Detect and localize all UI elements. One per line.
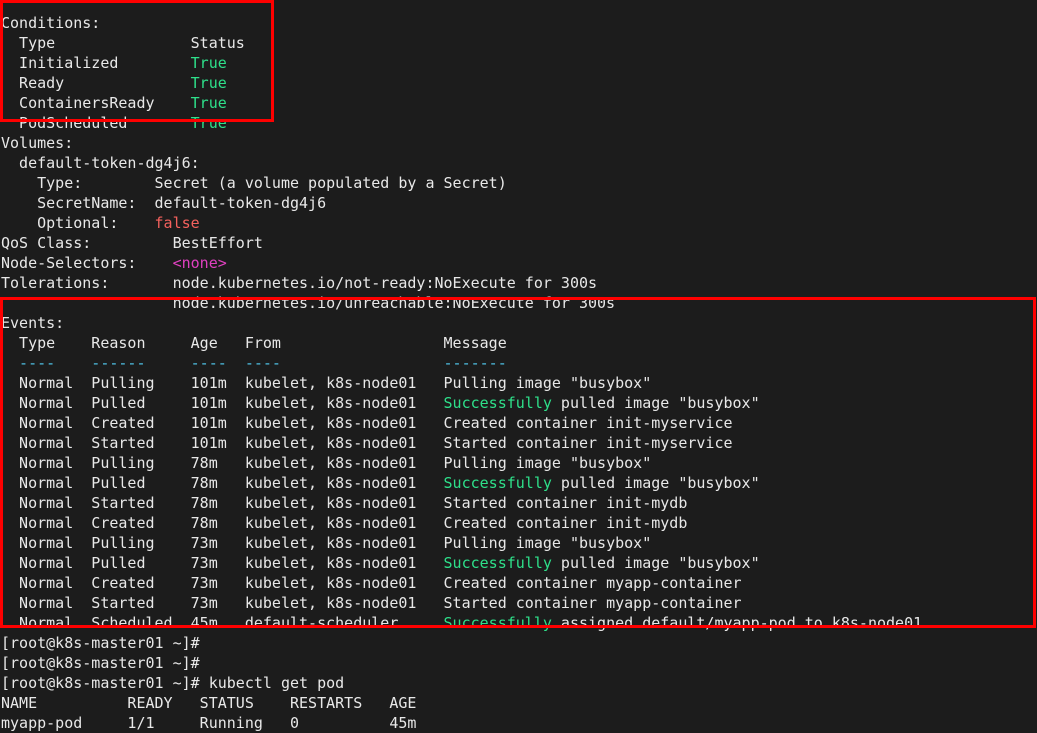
events-heading: Events: <box>1 314 65 332</box>
events-column-rule: ---- ------ ---- ---- ------- <box>0 353 1037 373</box>
node-selectors-value: <none> <box>172 254 227 272</box>
events-row: Normal Pulled 78m kubelet, k8s-node01 Su… <box>0 473 1037 493</box>
events-row: Normal Pulled 73m kubelet, k8s-node01 Su… <box>0 553 1037 573</box>
conditions-row-type-0: Initialized <box>1 54 191 72</box>
conditions-header-line: Type Status <box>1 34 245 52</box>
events-row-message: Started container init-myservice <box>443 434 733 452</box>
events-row-message: Started container init-mydb <box>443 494 688 512</box>
volume-optional: Optional: false <box>0 213 1037 233</box>
events-column-header: Type Reason Age From Message <box>0 333 1037 353</box>
events-row: Normal Pulled 101m kubelet, k8s-node01 S… <box>0 393 1037 413</box>
volume-type: Type: Secret (a volume populated by a Se… <box>0 173 1037 193</box>
volume-optional-label: Optional: <box>1 214 155 232</box>
events-row-message-highlight: Successfully <box>443 474 552 492</box>
events-row-fields: Normal Started 101m kubelet, k8s-node01 <box>1 434 444 452</box>
events-row-fields: Normal Created 73m kubelet, k8s-node01 <box>1 574 444 592</box>
pod-table-row: myapp-pod 1/1 Running 0 45m <box>1 714 417 732</box>
conditions-row-status-0: True <box>190 54 227 72</box>
events-row: Normal Started 78m kubelet, k8s-node01 S… <box>0 493 1037 513</box>
events-row-fields: Normal Started 78m kubelet, k8s-node01 <box>1 494 444 512</box>
shell-prompt-blank: [root@k8s-master01 ~]# <box>1 654 200 672</box>
pod-table-header: NAME READY STATUS RESTARTS AGE <box>1 694 417 712</box>
conditions-row: Ready True <box>0 73 1037 93</box>
events-row-message: Started container myapp-container <box>443 594 742 612</box>
events-row-fields: Normal Pulled 78m kubelet, k8s-node01 <box>1 474 444 492</box>
events-row: Normal Created 78m kubelet, k8s-node01 C… <box>0 513 1037 533</box>
shell-command-text: kubectl get pod <box>208 674 345 692</box>
conditions-row: PodScheduled True <box>0 113 1037 133</box>
events-row: Normal Pulling 78m kubelet, k8s-node01 P… <box>0 453 1037 473</box>
node-selectors-label: Node-Selectors: <box>1 254 173 272</box>
events-row: Normal Created 73m kubelet, k8s-node01 C… <box>0 573 1037 593</box>
events-row-message-highlight: Successfully <box>443 614 552 632</box>
events-row: Normal Scheduled 45m default-scheduler S… <box>0 613 1037 633</box>
events-row-message: pulled image "busybox" <box>551 394 760 412</box>
tolerations-row: Tolerations: node.kubernetes.io/not-read… <box>0 273 1037 293</box>
volume-name-text: default-token-dg4j6: <box>1 154 200 172</box>
tolerations-row: node.kubernetes.io/unreachable:NoExecute… <box>0 293 1037 313</box>
events-row-fields: Normal Created 101m kubelet, k8s-node01 <box>1 414 444 432</box>
volume-optional-value: false <box>154 214 200 232</box>
volumes-heading: Volumes: <box>1 134 74 152</box>
tolerations-text-1: Tolerations: node.kubernetes.io/not-read… <box>1 274 598 292</box>
conditions-row-status-1: True <box>190 74 227 92</box>
shell-command-line: [root@k8s-master01 ~]# kubectl get pod <box>1 674 345 692</box>
conditions-row: Initialized True <box>0 53 1037 73</box>
conditions-row-status-3: True <box>190 114 227 132</box>
volume-name: default-token-dg4j6: <box>0 153 1037 173</box>
events-row-fields: Normal Started 73m kubelet, k8s-node01 <box>1 594 444 612</box>
events-row-message: Pulling image "busybox" <box>443 454 652 472</box>
events-row-fields: Normal Pulling 78m kubelet, k8s-node01 <box>1 454 444 472</box>
events-row-message-highlight: Successfully <box>443 394 552 412</box>
events-row: Normal Pulling 101m kubelet, k8s-node01 … <box>0 373 1037 393</box>
events-row-fields: Normal Pulling 73m kubelet, k8s-node01 <box>1 534 444 552</box>
events-row-message: Created container init-mydb <box>443 514 688 532</box>
events-row-message: Pulling image "busybox" <box>443 374 652 392</box>
qos-class-text: QoS Class: BestEffort <box>1 234 263 252</box>
conditions-row: ContainersReady True <box>0 93 1037 113</box>
conditions-row-type-3: PodScheduled <box>1 114 191 132</box>
events-row-message: Created container init-myservice <box>443 414 733 432</box>
conditions-row-type-1: Ready <box>1 74 191 92</box>
events-row: Normal Pulling 73m kubelet, k8s-node01 P… <box>0 533 1037 553</box>
events-row-message: Pulling image "busybox" <box>443 534 652 552</box>
events-row: Normal Started 73m kubelet, k8s-node01 S… <box>0 593 1037 613</box>
shell-prompt-blank: [root@k8s-master01 ~]# <box>1 634 200 652</box>
volume-secretname: SecretName: default-token-dg4j6 <box>0 193 1037 213</box>
events-row-fields: Normal Pulled 73m kubelet, k8s-node01 <box>1 554 444 572</box>
clipped-top-line <box>0 0 1037 13</box>
events-row-message: pulled image "busybox" <box>551 554 760 572</box>
events-row-message-highlight: Successfully <box>443 554 552 572</box>
conditions-column-header: Type Status <box>0 33 1037 53</box>
volume-secretname-text: SecretName: default-token-dg4j6 <box>1 194 327 212</box>
events-rule-line: ---- ------ ---- ---- ------- <box>1 354 507 372</box>
events-row: Normal Started 101m kubelet, k8s-node01 … <box>0 433 1037 453</box>
conditions-row-type-2: ContainersReady <box>1 94 191 112</box>
events-row: Normal Created 101m kubelet, k8s-node01 … <box>0 413 1037 433</box>
events-header-line: Type Reason Age From Message <box>1 334 507 352</box>
terminal-window[interactable]: Conditions: Type Status Initialized True… <box>0 0 1037 733</box>
qos-class-row: QoS Class: BestEffort <box>0 233 1037 253</box>
events-row-message: pulled image "busybox" <box>551 474 760 492</box>
conditions-row-status-2: True <box>190 94 227 112</box>
events-row-message: Created container myapp-container <box>443 574 742 592</box>
events-row-fields: Normal Pulled 101m kubelet, k8s-node01 <box>1 394 444 412</box>
node-selectors-row: Node-Selectors: <none> <box>0 253 1037 273</box>
events-row-message: assigned default/myapp-pod to k8s-node01 <box>551 614 923 632</box>
events-row-fields: Normal Scheduled 45m default-scheduler <box>1 614 444 632</box>
conditions-heading: Conditions: <box>1 14 101 32</box>
events-row-fields: Normal Created 78m kubelet, k8s-node01 <box>1 514 444 532</box>
volume-type-text: Type: Secret (a volume populated by a Se… <box>1 174 507 192</box>
tolerations-text-2: node.kubernetes.io/unreachable:NoExecute… <box>1 294 616 312</box>
terminal-screen: Conditions: Type Status Initialized True… <box>0 0 1037 733</box>
events-row-list: Normal Pulling 101m kubelet, k8s-node01 … <box>0 373 1037 633</box>
events-row-fields: Normal Pulling 101m kubelet, k8s-node01 <box>1 374 444 392</box>
